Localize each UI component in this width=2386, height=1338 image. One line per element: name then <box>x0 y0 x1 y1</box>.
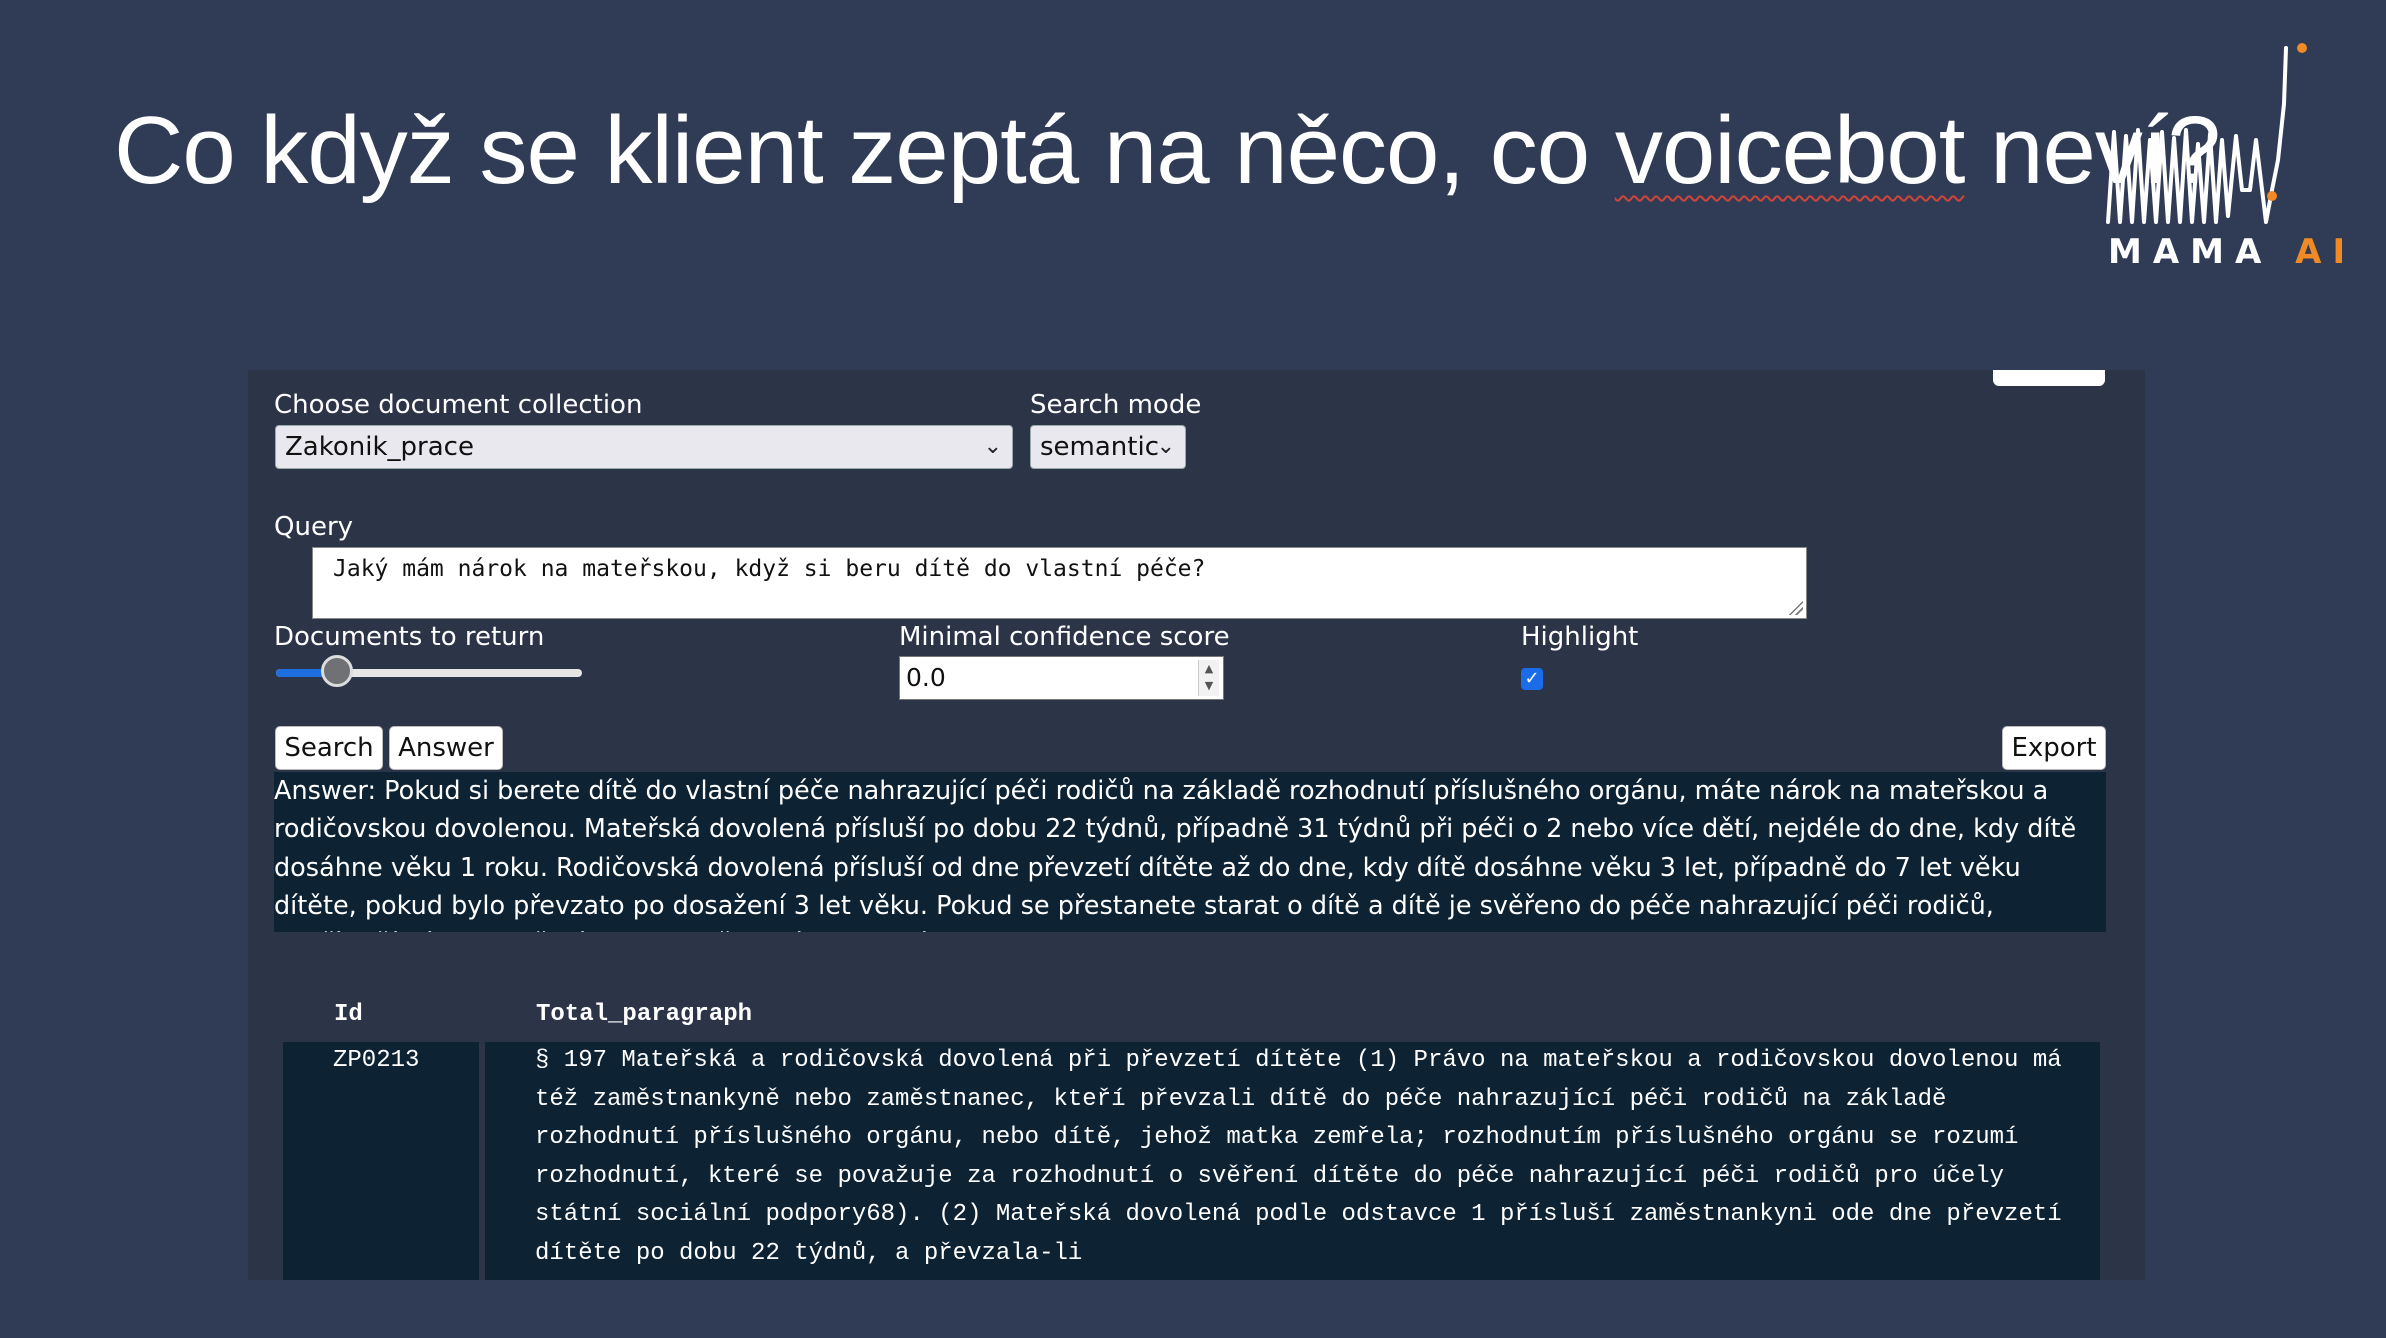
confidence-value: 0.0 <box>906 663 946 692</box>
highlight-label: Highlight <box>1521 622 1639 652</box>
logo-word-mama: MAMA <box>2108 232 2273 272</box>
search-mode-value: semantic <box>1040 432 1159 462</box>
search-mode-select[interactable]: semantic ⌄ <box>1030 425 1186 469</box>
spinner-arrows-icon[interactable]: ▲ ▼ <box>1198 660 1219 696</box>
column-header-id: Id <box>334 1001 363 1028</box>
collection-value: Zakonik_prace <box>285 432 474 462</box>
title-part-1: Co když se klient zeptá na něco, co <box>114 97 1615 204</box>
collection-select[interactable]: Zakonik_prace ⌄ <box>275 425 1013 469</box>
slide-title: Co když se klient zeptá na něco, co voic… <box>114 97 2221 204</box>
confidence-input[interactable]: 0.0 ▲ ▼ <box>899 656 1224 700</box>
logo-word-ai: AI <box>2295 232 2357 272</box>
logo-wordmark: MAMA AI <box>2108 232 2356 272</box>
search-button[interactable]: Search <box>275 726 383 770</box>
query-input[interactable]: Jaký mám nárok na mateřskou, když si ber… <box>312 547 1807 619</box>
chevron-down-icon: ⌄ <box>983 434 1002 459</box>
table-cell-id: ZP0213 <box>283 1042 479 1280</box>
collection-label: Choose document collection <box>274 390 643 420</box>
column-header-paragraph: Total_paragraph <box>536 1001 753 1028</box>
search-mode-label: Search mode <box>1030 390 1202 420</box>
resize-grip-icon[interactable] <box>1787 599 1803 615</box>
slider-thumb[interactable] <box>321 655 353 687</box>
logo-dot-mid <box>2267 191 2277 201</box>
export-button[interactable]: Export <box>2002 726 2106 770</box>
answer-button[interactable]: Answer <box>389 726 503 770</box>
answer-text: Answer: Pokud si berete dítě do vlastní … <box>274 772 2106 932</box>
logo-dot-top <box>2297 43 2307 53</box>
confidence-label: Minimal confidence score <box>899 622 1230 652</box>
table-cell-paragraph: § 197 Mateřská a rodičovská dovolená při… <box>485 1042 2100 1280</box>
search-app-panel: Choose document collection Zakonik_prace… <box>248 370 2145 1280</box>
query-text: Jaký mám nárok na mateřskou, když si ber… <box>333 556 1206 582</box>
title-misspelled-word: voicebot <box>1614 97 1966 204</box>
query-label: Query <box>274 512 354 542</box>
documents-label: Documents to return <box>274 622 545 652</box>
top-button-partial[interactable] <box>1993 370 2105 386</box>
chevron-down-icon: ⌄ <box>1156 434 1175 459</box>
logo-waveform <box>2106 46 2288 224</box>
highlight-checkbox[interactable]: ✓ <box>1521 668 1543 690</box>
